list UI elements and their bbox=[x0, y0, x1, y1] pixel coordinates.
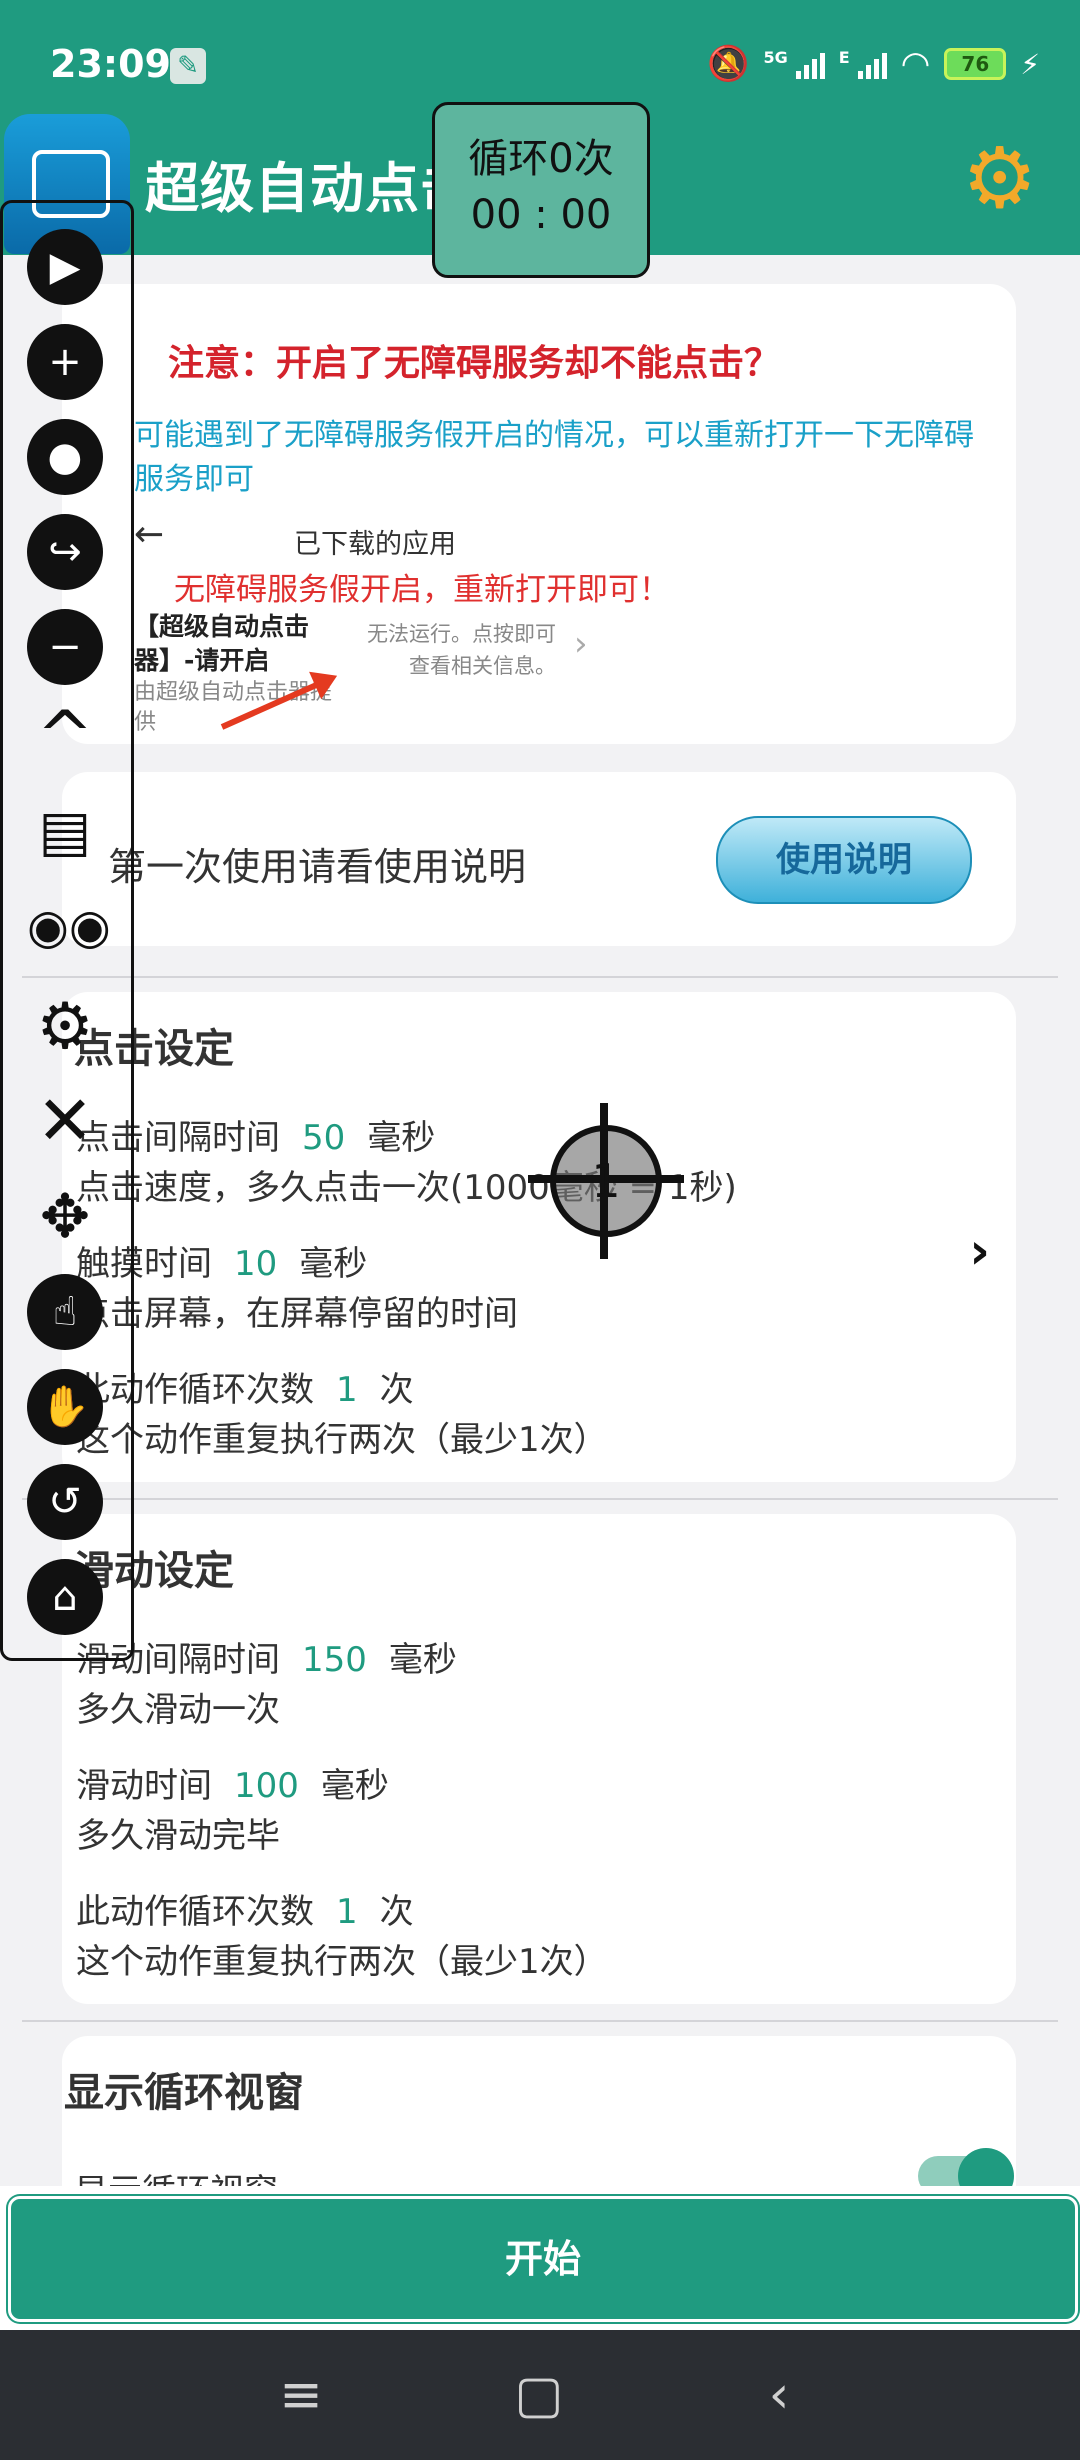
divider bbox=[22, 1498, 1058, 1500]
click-settings-card[interactable]: 点击设定 点击间隔时间 50 毫秒 点击速度，多久点击一次(1000毫秒 = 1秒)… bbox=[62, 992, 1016, 1482]
loop-count-text: 循环0次 bbox=[468, 136, 614, 182]
home-icon[interactable]: ⌂ bbox=[27, 1559, 103, 1635]
crosshair-label: 1 bbox=[591, 1154, 621, 1208]
signal-icon-2 bbox=[857, 49, 887, 79]
menu-icon[interactable]: ≡ bbox=[266, 2360, 336, 2430]
multi-tap-icon[interactable]: ☝ bbox=[27, 1274, 103, 1350]
click-loops-value: 1 bbox=[336, 1370, 358, 1410]
loop-counter-overlay[interactable]: 循环0次 00 : 00 bbox=[432, 102, 650, 278]
remove-icon[interactable]: − bbox=[27, 609, 103, 685]
collapse-up-icon[interactable]: ^ bbox=[27, 699, 103, 775]
status-icons: 🔕 5G E ◠ 76 ⚡ bbox=[707, 44, 1040, 84]
document-icon[interactable]: ▤ bbox=[27, 794, 103, 870]
click-interval-unit: 毫秒 bbox=[367, 1118, 436, 1158]
swipe-interval-desc: 多久滑动一次 bbox=[76, 1690, 280, 1730]
divider bbox=[22, 2020, 1058, 2022]
guide-text: 第一次使用请看使用说明 bbox=[108, 845, 527, 889]
eyes-icon[interactable]: ◉◉ bbox=[27, 889, 111, 965]
mute-bell-icon: 🔕 bbox=[707, 44, 750, 84]
status-time: 23:09 bbox=[50, 42, 171, 86]
click-loops-unit: 次 bbox=[379, 1370, 414, 1410]
move-icon[interactable]: ✥ bbox=[27, 1179, 103, 1255]
swipe-duration-desc: 多久滑动完毕 bbox=[76, 1816, 280, 1856]
swipe-loops-desc: 这个动作重复执行两次（最少1次） bbox=[76, 1942, 608, 1982]
touch-time-value: 10 bbox=[234, 1244, 278, 1284]
network-type: 5G bbox=[763, 47, 788, 67]
swipe-interval-value: 150 bbox=[302, 1640, 367, 1680]
touch-time-desc: 点击屏幕，在屏幕停留的时间 bbox=[76, 1294, 518, 1334]
wrench-icon: ✎ bbox=[170, 48, 206, 84]
loop-timer-text: 00 : 00 bbox=[470, 192, 612, 238]
chevron-right-icon[interactable]: › bbox=[969, 1222, 990, 1280]
swipe-loops-row: 此动作循环次数 1 次 bbox=[76, 1884, 414, 1933]
add-icon[interactable]: + bbox=[27, 324, 103, 400]
divider bbox=[22, 976, 1058, 978]
loop-window-title: 显示循环视窗 bbox=[64, 2070, 304, 2116]
notice-title: 注意：开启了无障碍服务却不能点击？ bbox=[168, 343, 781, 384]
demo-red-caption: 无障碍服务假开启，重新打开即可！ bbox=[174, 572, 670, 608]
close-icon[interactable]: ✕ bbox=[27, 1084, 103, 1160]
swipe-interval-unit: 毫秒 bbox=[388, 1640, 457, 1680]
play-icon[interactable]: ▶ bbox=[27, 229, 103, 305]
swipe-loops-unit: 次 bbox=[379, 1892, 414, 1932]
swipe-duration-unit: 毫秒 bbox=[320, 1766, 389, 1806]
swipe-duration-value: 100 bbox=[234, 1766, 299, 1806]
guide-card: 第一次使用请看使用说明 使用说明 bbox=[62, 772, 1016, 946]
usage-guide-button[interactable]: 使用说明 bbox=[716, 816, 972, 904]
notice-demo-image: ← 已下载的应用 无障碍服务假开启，重新打开即可！ 【超级自动点击器】-请开启 … bbox=[134, 514, 734, 735]
demo-info: 无法运行。点按即可查看相关信息。 bbox=[367, 622, 556, 678]
notice-card: 注意：开启了无障碍服务却不能点击？ 可能遇到了无障碍服务假开启的情况，可以重新打… bbox=[62, 284, 1016, 744]
swipe-duration-label: 滑动时间 bbox=[76, 1766, 212, 1806]
floating-toolbar[interactable]: ▶ + ● ↪ − ^ ▤ ◉◉ ⚙ ✕ ✥ ☝ ✋ ↺ ⌂ bbox=[0, 200, 134, 1661]
start-bar: 开始 bbox=[0, 2186, 1080, 2334]
home-square-icon[interactable]: ▢ bbox=[504, 2360, 574, 2430]
demo-header: 已下载的应用 bbox=[294, 529, 456, 560]
record-icon[interactable]: ● bbox=[27, 419, 103, 495]
undo-icon[interactable]: ↺ bbox=[27, 1464, 103, 1540]
settings-gear-icon[interactable]: ⚙ bbox=[962, 136, 1046, 220]
click-target-crosshair[interactable]: 1 bbox=[528, 1103, 684, 1259]
chevron-right-icon: › bbox=[574, 624, 588, 664]
swipe-gesture-icon[interactable]: ↪ bbox=[27, 514, 103, 590]
back-arrow-icon: ← bbox=[134, 514, 165, 555]
system-nav-bar: ≡ ▢ ‹ bbox=[0, 2330, 1080, 2460]
swipe-loops-label: 此动作循环次数 bbox=[76, 1892, 314, 1932]
swipe-loops-value: 1 bbox=[336, 1892, 358, 1932]
gear-icon[interactable]: ⚙ bbox=[27, 989, 103, 1065]
swipe-duration-row: 滑动时间 100 毫秒 bbox=[76, 1758, 389, 1807]
swipe-settings-card[interactable]: 滑动设定 滑动间隔时间 150 毫秒 多久滑动一次 滑动时间 100 毫秒 多久滑动完毕… bbox=[62, 1514, 1016, 2004]
notice-body: 可能遇到了无障碍服务假开启的情况，可以重新打开一下无障碍服务即可 bbox=[134, 418, 974, 497]
charging-icon: ⚡ bbox=[1020, 47, 1040, 81]
start-button[interactable]: 开始 bbox=[8, 2196, 1078, 2322]
network-type-2: E bbox=[838, 47, 850, 67]
click-loops-desc: 这个动作重复执行两次（最少1次） bbox=[76, 1420, 608, 1460]
wifi-icon: ◠ bbox=[900, 44, 931, 84]
gesture-hand-icon[interactable]: ✋ bbox=[27, 1369, 103, 1445]
click-interval-value: 50 bbox=[302, 1118, 346, 1158]
battery-indicator: 76 bbox=[944, 48, 1007, 80]
signal-icon bbox=[795, 49, 825, 79]
back-icon[interactable]: ‹ bbox=[744, 2360, 814, 2430]
demo-app-name: 【超级自动点击器】-请开启 bbox=[134, 612, 310, 675]
touch-time-unit: 毫秒 bbox=[299, 1244, 368, 1284]
